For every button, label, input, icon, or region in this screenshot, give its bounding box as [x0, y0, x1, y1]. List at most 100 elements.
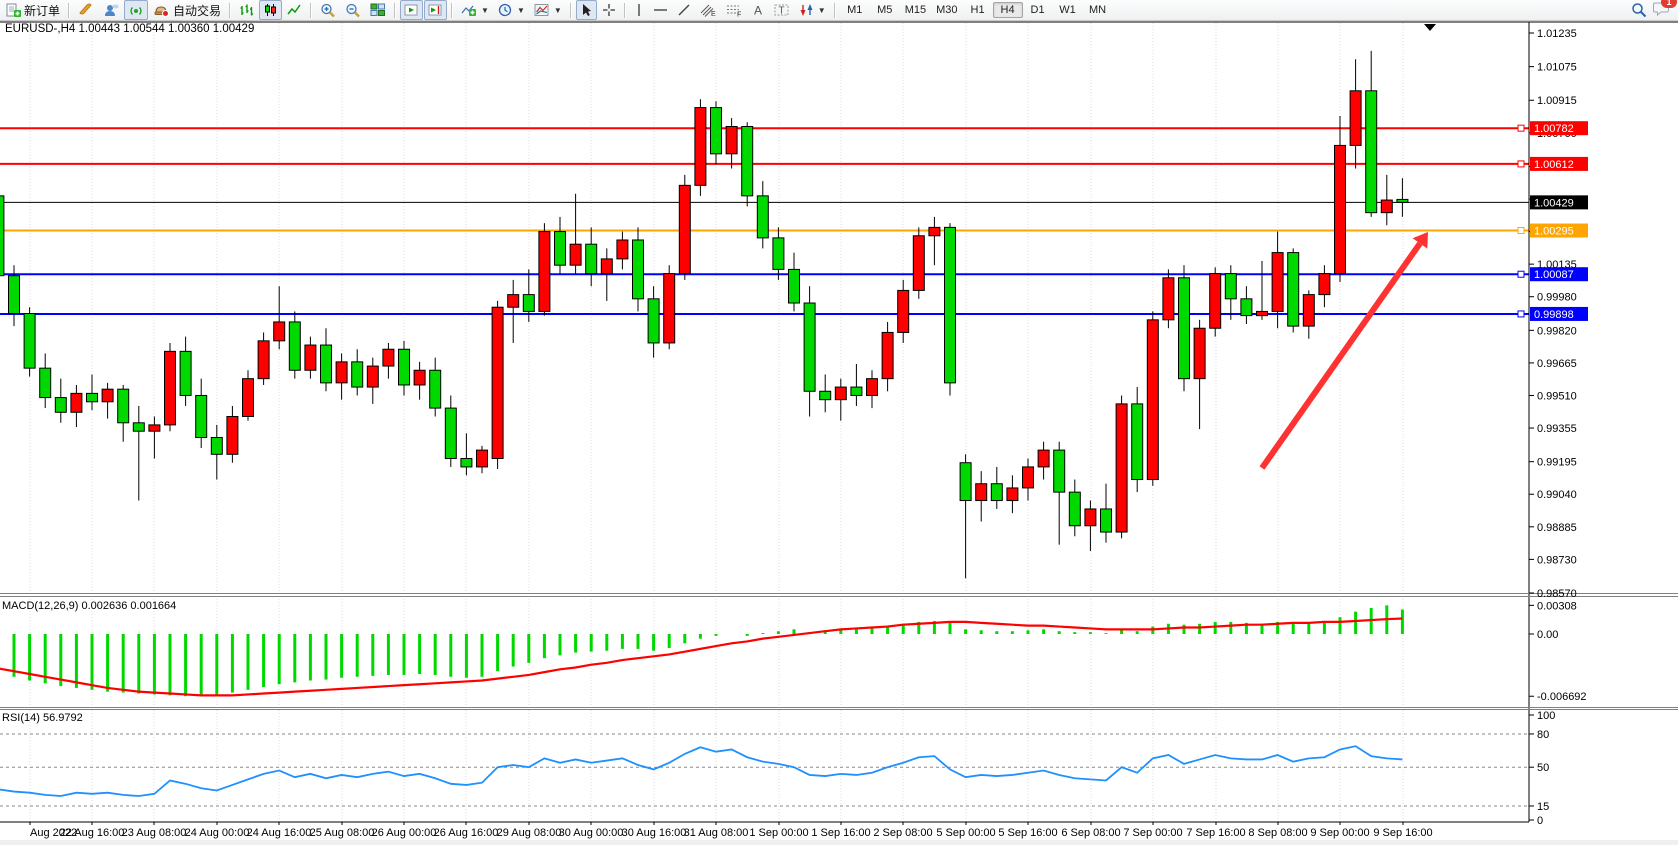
- line-chart-mode-button[interactable]: [283, 0, 306, 20]
- timeframe-button-H1[interactable]: H1: [963, 2, 993, 18]
- candle-body: [523, 295, 534, 312]
- candle-body: [274, 322, 285, 341]
- line-anchor-handle[interactable]: [1518, 161, 1524, 167]
- indicators-button[interactable]: ▼: [457, 0, 493, 20]
- timeframe-button-M5[interactable]: M5: [870, 2, 900, 18]
- price-tick-label: 1.01075: [1537, 62, 1577, 74]
- macd-tick-label: 0.00308: [1537, 600, 1577, 612]
- candle-body: [570, 244, 581, 265]
- line-anchor-handle[interactable]: [1518, 228, 1524, 234]
- candle-body: [1147, 320, 1158, 480]
- price-tick-label: 0.99820: [1537, 325, 1577, 337]
- candle-body: [679, 185, 690, 273]
- line-anchor-handle[interactable]: [1518, 271, 1524, 277]
- arrows-icon: [799, 3, 814, 17]
- time-tick-label: 9 Sep 00:00: [1310, 827, 1369, 839]
- candle-body: [383, 349, 394, 366]
- candle-body: [1101, 509, 1112, 532]
- chart-shift-button[interactable]: [424, 0, 447, 20]
- autotrading-button[interactable]: 自动交易: [149, 0, 225, 20]
- cursor-tool-button[interactable]: [576, 0, 597, 20]
- crosshair-tool-button[interactable]: [598, 0, 620, 20]
- candle-body: [1132, 404, 1143, 480]
- zoom-out-button[interactable]: [341, 0, 365, 20]
- candle-body: [773, 238, 784, 270]
- candle-body: [196, 395, 207, 437]
- timeframe-button-M30[interactable]: M30: [931, 2, 962, 18]
- text-label-icon: T: [774, 3, 790, 17]
- signals-button[interactable]: [124, 0, 148, 20]
- price-tick-label: 0.98730: [1537, 554, 1577, 566]
- candle-body: [648, 299, 659, 343]
- time-tick-label: 26 Aug 16:00: [434, 827, 499, 839]
- candle-body: [445, 408, 456, 458]
- text-tool-button[interactable]: A: [748, 0, 769, 20]
- candlestick-mode-button[interactable]: [259, 0, 282, 20]
- rsi-indicator-label: RSI(14) 56.9792: [2, 712, 83, 724]
- candle-body: [742, 127, 753, 196]
- price-tick-label: 1.01235: [1537, 28, 1577, 40]
- candle-body: [601, 259, 612, 274]
- candle-body: [633, 240, 644, 299]
- periods-button[interactable]: ▼: [494, 0, 529, 20]
- main-toolbar: 新订单 自动交易 ▼ ▼: [0, 0, 1678, 21]
- candle-body: [695, 108, 706, 186]
- timeframe-button-H4[interactable]: H4: [993, 2, 1023, 18]
- price-tick-label: 0.99195: [1537, 457, 1577, 469]
- bar-chart-mode-button[interactable]: [235, 0, 258, 20]
- bar-chart-icon: [239, 3, 254, 17]
- rsi-tick-label: 0: [1537, 815, 1543, 827]
- time-tick-label: 30 Aug 00:00: [559, 827, 624, 839]
- new-order-button[interactable]: 新订单: [2, 0, 64, 20]
- timeframe-button-M15[interactable]: M15: [900, 2, 931, 18]
- time-tick-label: 29 Aug 08:00: [497, 827, 562, 839]
- chart-window[interactable]: MACD(12,26,9) 0.002636 0.001664 RSI(14) 5…: [0, 21, 1678, 845]
- chart-canvas[interactable]: MACD(12,26,9) 0.002636 0.001664 RSI(14) 5…: [0, 21, 1678, 845]
- community-button[interactable]: [99, 0, 123, 20]
- price-tick-label: 0.99980: [1537, 292, 1577, 304]
- time-tick-label: 9 Sep 16:00: [1373, 827, 1432, 839]
- candle-body: [789, 269, 800, 303]
- vertical-line-tool-button[interactable]: [630, 0, 648, 20]
- price-badge-label: 1.00782: [1534, 123, 1574, 135]
- fibonacci-tool-button[interactable]: F: [722, 0, 747, 20]
- text-label-tool-button[interactable]: T: [770, 0, 794, 20]
- fibonacci-icon: F: [726, 3, 743, 17]
- horizontal-line-tool-button[interactable]: [649, 0, 672, 20]
- candle-body: [1038, 450, 1049, 467]
- auto-scroll-button[interactable]: [400, 0, 423, 20]
- tile-windows-button[interactable]: [366, 0, 390, 20]
- rsi-pane[interactable]: RSI(14) 56.9792: [0, 712, 1529, 806]
- timeframe-button-D1[interactable]: D1: [1023, 2, 1053, 18]
- channel-tool-button[interactable]: E: [696, 0, 721, 20]
- time-axis[interactable]: Aug 202222 Aug 16:0023 Aug 08:0024 Aug 0…: [30, 822, 1433, 839]
- arrows-tool-button[interactable]: ▼: [795, 0, 830, 20]
- line-anchor-handle[interactable]: [1518, 125, 1524, 131]
- candle-body: [1303, 295, 1314, 327]
- timeframe-button-MN[interactable]: MN: [1083, 2, 1113, 18]
- timeframe-button-W1[interactable]: W1: [1053, 2, 1083, 18]
- price-badge-label: 1.00087: [1534, 269, 1574, 281]
- time-tick-label: 5 Sep 00:00: [936, 827, 995, 839]
- zoom-in-icon: [320, 3, 336, 18]
- candle-body: [929, 227, 940, 235]
- timeframe-button-M1[interactable]: M1: [840, 2, 870, 18]
- cursor-icon: [580, 3, 593, 17]
- notifications-button[interactable]: 1: [1653, 1, 1670, 19]
- quotes-button[interactable]: [74, 0, 98, 20]
- line-anchor-handle[interactable]: [1518, 311, 1524, 317]
- zoom-in-button[interactable]: [316, 0, 340, 20]
- candle-body: [55, 398, 66, 413]
- trendline-tool-button[interactable]: [673, 0, 695, 20]
- time-tick-label: 24 Aug 16:00: [247, 827, 312, 839]
- candle-body: [617, 240, 628, 259]
- candle-body: [960, 463, 971, 501]
- candle-body: [40, 368, 51, 397]
- macd-pane[interactable]: MACD(12,26,9) 0.002636 0.001664: [0, 600, 1402, 696]
- candle-body: [508, 295, 519, 308]
- candle-body: [1350, 91, 1361, 146]
- candle-body: [555, 232, 566, 266]
- search-icon[interactable]: [1631, 2, 1647, 18]
- time-tick-label: 31 Aug 08:00: [684, 827, 749, 839]
- templates-button[interactable]: ▼: [530, 0, 566, 20]
